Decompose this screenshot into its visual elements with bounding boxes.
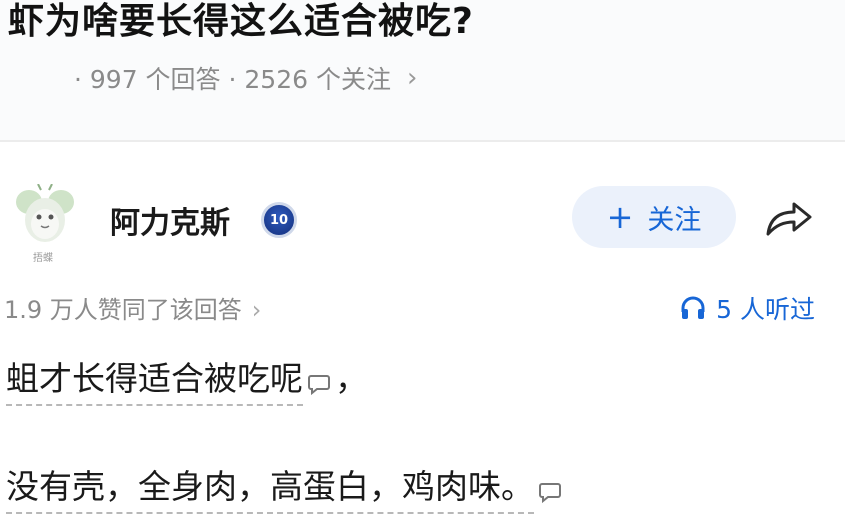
- avatar-caption: 捂蝶: [33, 253, 53, 264]
- punctuation: ，: [335, 359, 368, 398]
- follow-label: 关注: [647, 204, 702, 236]
- listen-text: 5 人听过: [716, 295, 815, 324]
- answer-paragraph: 蛆才长得适合被吃呢 ，: [6, 352, 368, 406]
- avatar[interactable]: [14, 183, 76, 254]
- level-badge-icon[interactable]: 10: [261, 202, 297, 238]
- author-row: 捂蝶 阿力克斯 10 + 关注: [0, 176, 845, 266]
- answer-paragraph: 没有壳，全身肉，高蛋白，鸡肉味。: [6, 460, 562, 514]
- approval-text: 1.9 万人赞同了该回答: [4, 296, 242, 324]
- chevron-right-icon: ›: [406, 63, 418, 93]
- plus-icon: +: [606, 198, 634, 236]
- follow-button[interactable]: + 关注: [572, 186, 736, 248]
- annotated-text[interactable]: 蛆才长得适合被吃呢: [6, 352, 303, 406]
- annotated-text[interactable]: 没有壳，全身肉，高蛋白，鸡肉味。: [6, 460, 534, 514]
- question-meta[interactable]: · 997 个回答 · 2526 个关注 ›: [74, 60, 417, 96]
- listen-count[interactable]: 5 人听过: [680, 290, 815, 326]
- approval-count[interactable]: 1.9 万人赞同了该回答 ›: [4, 290, 261, 325]
- answer-stats: 1.9 万人赞同了该回答 › 5 人听过: [0, 288, 845, 328]
- question-header: 虾为啥要长得这么适合被吃? · 997 个回答 · 2526 个关注 ›: [0, 0, 845, 142]
- badge-level: 10: [269, 212, 289, 228]
- headphone-icon: [681, 296, 705, 319]
- avatar-image: [16, 183, 74, 242]
- chevron-right-icon: ›: [251, 296, 262, 324]
- author-name[interactable]: 阿力克斯: [110, 198, 230, 242]
- comment-bubble-icon[interactable]: [538, 480, 562, 504]
- question-stats: · 997 个回答 · 2526 个关注: [74, 65, 391, 94]
- comment-bubble-icon[interactable]: [307, 372, 331, 396]
- share-arrow-icon[interactable]: [762, 196, 816, 240]
- question-title[interactable]: 虾为啥要长得这么适合被吃?: [8, 0, 474, 44]
